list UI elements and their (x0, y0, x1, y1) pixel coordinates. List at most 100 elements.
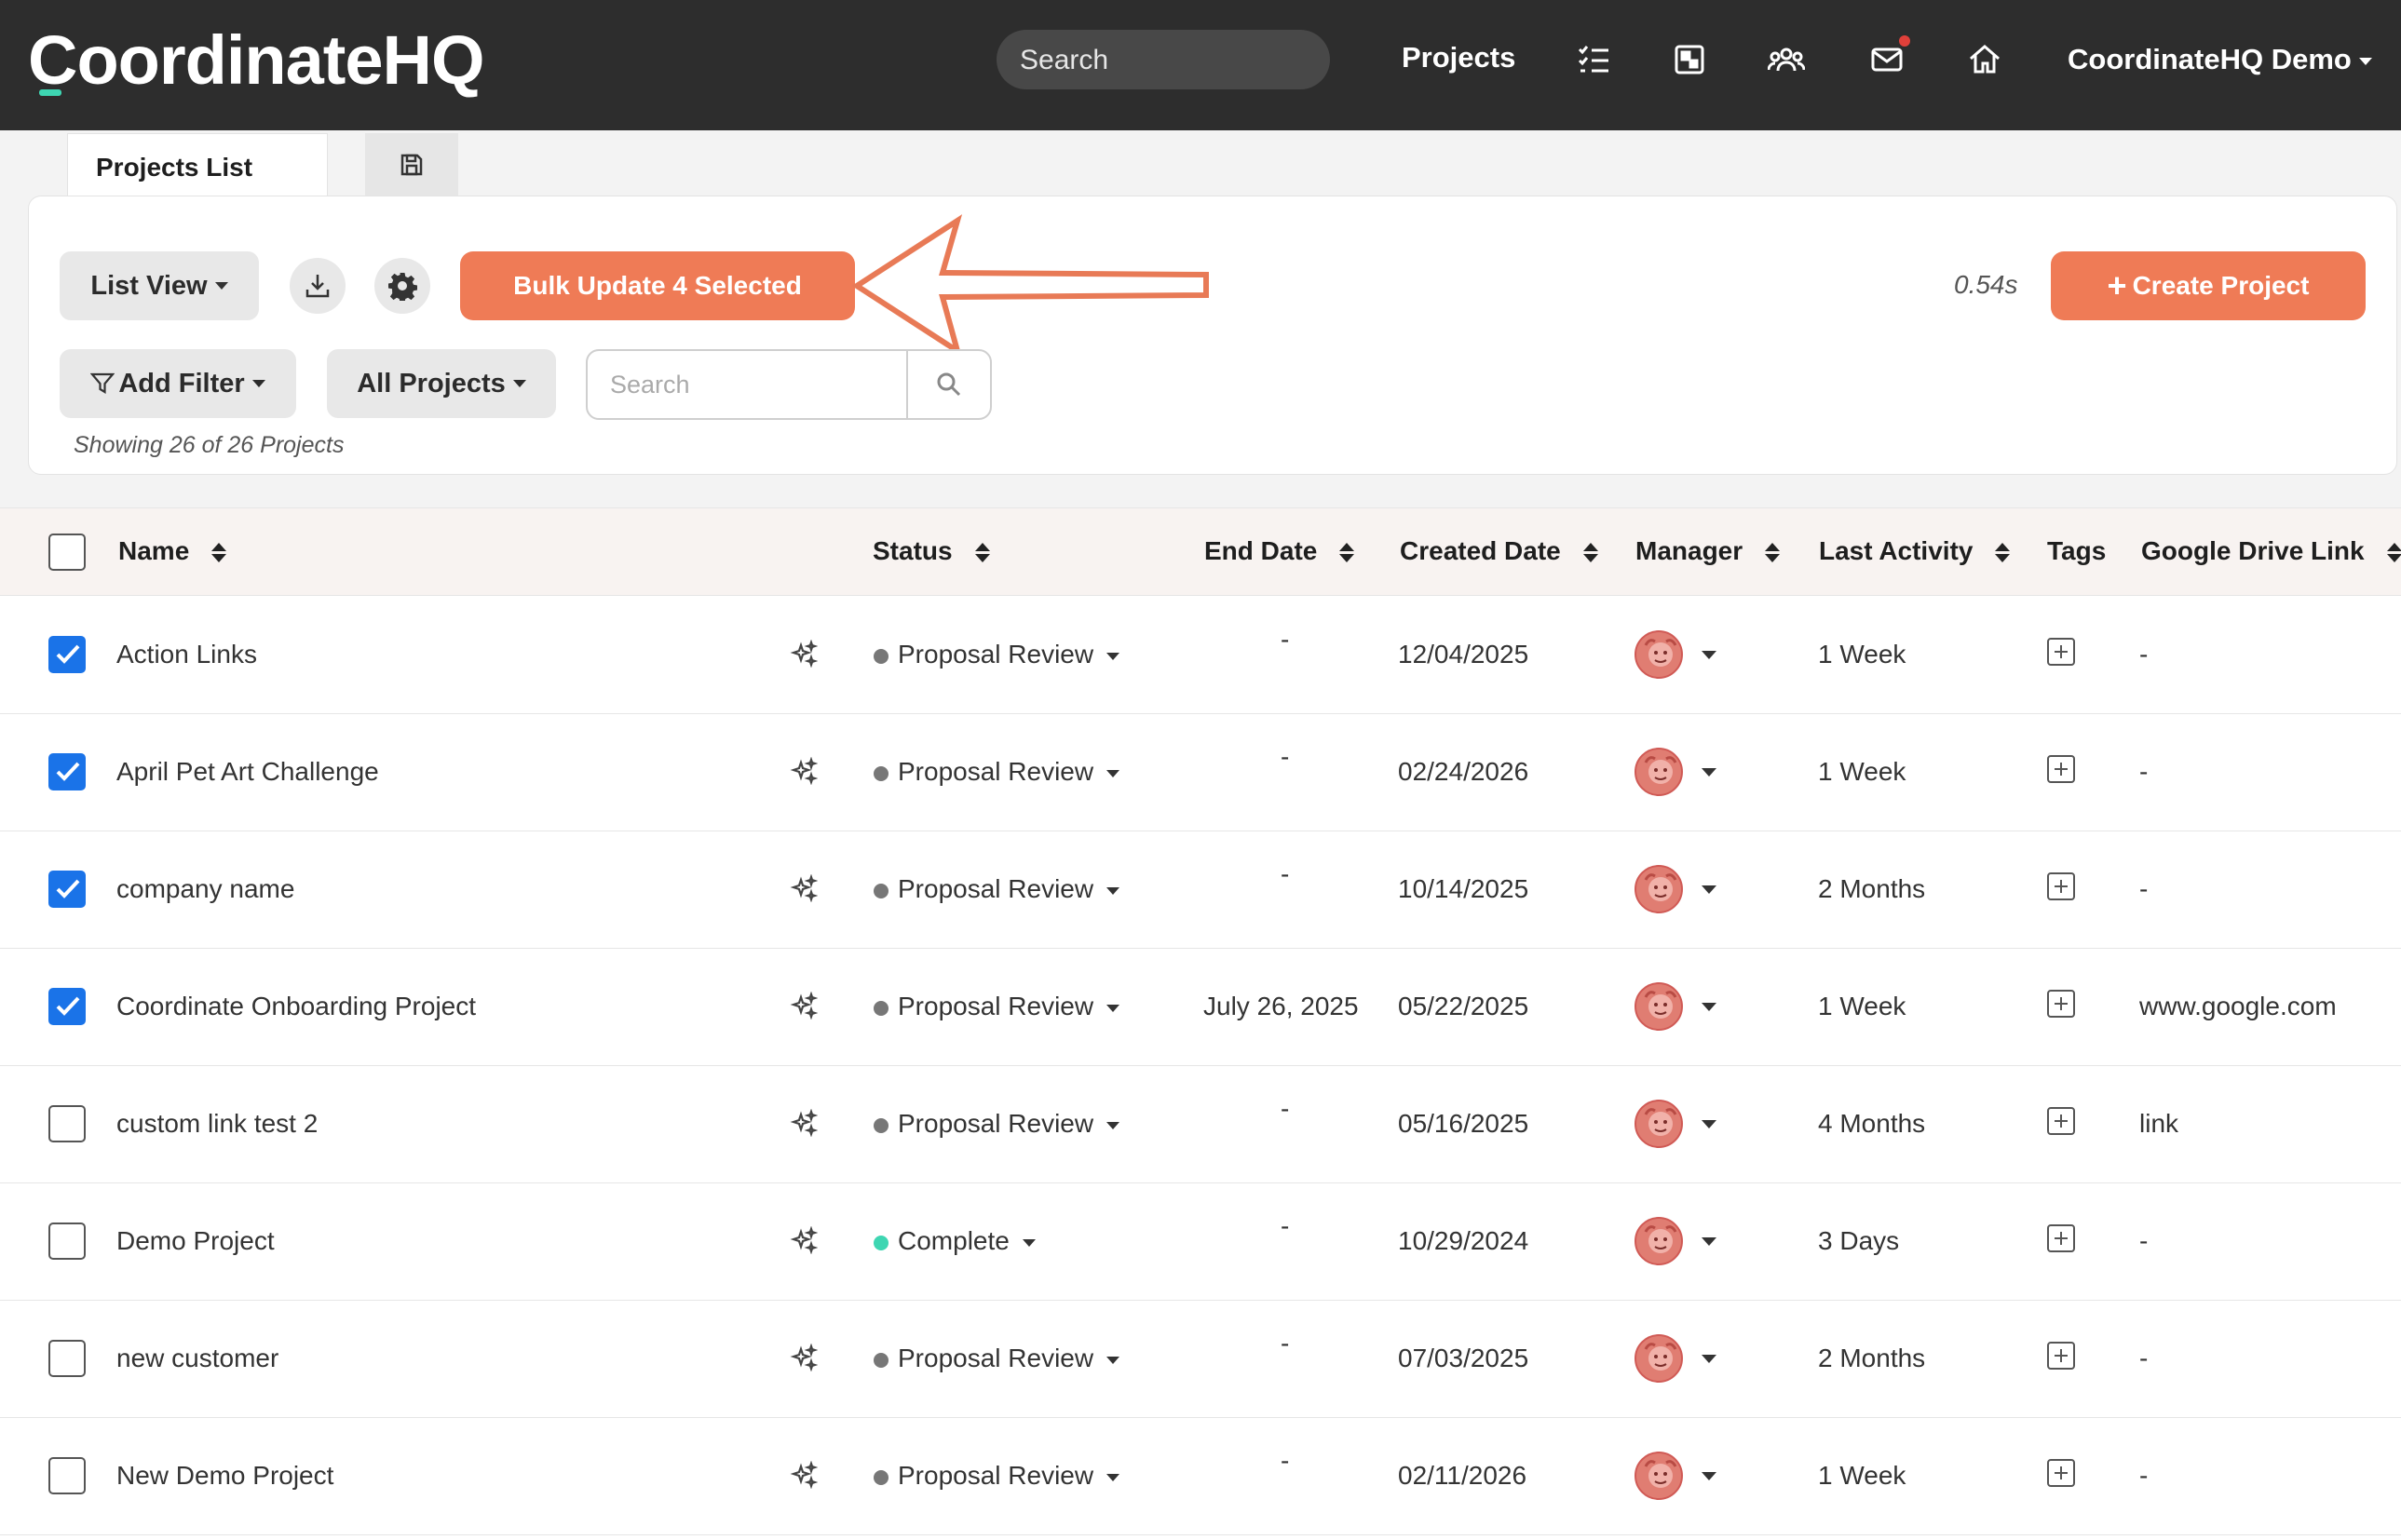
column-header-created-date[interactable]: Created Date (1400, 536, 1598, 566)
manager-dropdown-icon[interactable] (1702, 651, 1716, 659)
end-date: - (1281, 859, 1290, 888)
table-row[interactable]: Action Links Proposal Review - 12/04/2025 1 … (0, 597, 2401, 714)
row-select-checkbox[interactable] (48, 1340, 86, 1377)
add-tag-icon[interactable] (2047, 990, 2075, 1018)
sparkle-icon[interactable] (790, 1109, 818, 1137)
manager-avatar[interactable] (1635, 865, 1683, 913)
manager-avatar[interactable] (1635, 630, 1683, 679)
add-tag-icon[interactable] (2047, 1107, 2075, 1135)
manager-avatar[interactable] (1635, 982, 1683, 1031)
manager-dropdown-icon[interactable] (1702, 885, 1716, 894)
add-tag-icon[interactable] (2047, 755, 2075, 783)
row-select-checkbox[interactable] (48, 1105, 86, 1142)
user-menu[interactable]: CoordinateHQ Demo (2068, 43, 2372, 76)
add-tag-icon[interactable] (2047, 1224, 2075, 1252)
manager-dropdown-icon[interactable] (1702, 1355, 1716, 1363)
row-select-checkbox[interactable] (48, 636, 86, 673)
app-logo[interactable]: CoordinateHQ (28, 20, 485, 100)
manager-dropdown-icon[interactable] (1702, 1237, 1716, 1246)
project-name-link[interactable]: Coordinate Onboarding Project (116, 992, 476, 1021)
table-row[interactable]: New Demo Project Proposal Review - 02/11/20… (0, 1418, 2401, 1535)
add-filter-dropdown[interactable]: Add Filter (60, 349, 296, 418)
manager-dropdown-icon[interactable] (1702, 768, 1716, 777)
table-row[interactable]: new customer Proposal Review - 07/03/2025 2 … (0, 1301, 2401, 1418)
tab-projects-list[interactable]: Projects List (67, 133, 328, 196)
sparkle-icon[interactable] (790, 874, 818, 902)
manager-avatar[interactable] (1635, 1100, 1683, 1148)
project-name-link[interactable]: April Pet Art Challenge (116, 757, 379, 787)
manager-avatar[interactable] (1635, 1452, 1683, 1500)
manager-avatar[interactable] (1635, 1217, 1683, 1265)
status-dropdown[interactable]: Proposal Review (874, 1344, 1120, 1373)
manager-dropdown-icon[interactable] (1702, 1003, 1716, 1011)
add-tag-icon[interactable] (2047, 1342, 2075, 1370)
tab-saved-views[interactable] (365, 133, 458, 196)
project-name-link[interactable]: Action Links (116, 640, 257, 669)
select-all-checkbox[interactable] (48, 534, 86, 571)
created-date: 02/24/2026 (1398, 757, 1529, 786)
row-select-checkbox[interactable] (48, 988, 86, 1025)
add-tag-icon[interactable] (2047, 638, 2075, 666)
sparkle-icon[interactable] (790, 757, 818, 785)
table-row[interactable]: April Pet Art Challenge Proposal Review - 0… (0, 714, 2401, 831)
status-dropdown[interactable]: Complete (874, 1226, 1036, 1256)
project-name-link[interactable]: New Demo Project (116, 1461, 333, 1491)
table-row[interactable]: company name Proposal Review - 10/14/2025 2 … (0, 831, 2401, 949)
column-header-name[interactable]: Name (118, 536, 227, 566)
google-drive-link[interactable]: link (2139, 1109, 2178, 1139)
project-name-link[interactable]: Demo Project (116, 1226, 275, 1256)
export-button[interactable] (290, 258, 346, 314)
project-name-link[interactable]: custom link test 2 (116, 1109, 318, 1139)
list-view-dropdown[interactable]: List View (60, 251, 259, 320)
manager-dropdown-icon[interactable] (1702, 1472, 1716, 1480)
create-project-button[interactable]: + Create Project (2051, 251, 2366, 320)
table-row[interactable]: custom link test 2 Proposal Review - 05/16/… (0, 1066, 2401, 1183)
sparkle-icon[interactable] (790, 640, 818, 668)
global-search-input[interactable]: Search (997, 30, 1330, 89)
row-select-checkbox[interactable] (48, 871, 86, 908)
table-row[interactable]: Coordinate Onboarding Project Proposal Re… (0, 949, 2401, 1066)
load-time: 0.54s (1954, 270, 2018, 299)
status-dropdown[interactable]: Proposal Review (874, 757, 1120, 787)
manager-avatar[interactable] (1635, 748, 1683, 796)
add-tag-icon[interactable] (2047, 872, 2075, 900)
status-dropdown[interactable]: Proposal Review (874, 1109, 1120, 1139)
team-icon[interactable] (1767, 41, 1806, 78)
column-header-manager[interactable]: Manager (1635, 536, 1781, 566)
tasks-icon[interactable] (1576, 41, 1613, 78)
column-header-last-activity[interactable]: Last Activity (1819, 536, 2011, 566)
status-dropdown[interactable]: Proposal Review (874, 1461, 1120, 1491)
project-search-input[interactable] (588, 351, 908, 418)
sparkle-icon[interactable] (790, 1226, 818, 1254)
sparkle-icon[interactable] (790, 1344, 818, 1371)
project-name-link[interactable]: new customer (116, 1344, 278, 1373)
row-select-checkbox[interactable] (48, 1457, 86, 1494)
project-name-link[interactable]: company name (116, 874, 294, 904)
dashboard-icon[interactable] (1671, 41, 1708, 78)
nav-projects-link[interactable]: Projects (1402, 41, 1515, 74)
table-row[interactable]: Demo Project Complete - 10/29/2024 3 Days - (0, 1183, 2401, 1301)
header-label: Created Date (1400, 536, 1561, 565)
status-dropdown[interactable]: Proposal Review (874, 992, 1120, 1021)
settings-button[interactable] (374, 258, 430, 314)
save-icon (400, 154, 423, 176)
sparkle-icon[interactable] (790, 992, 818, 1020)
column-header-google-drive-link[interactable]: Google Drive Link (2141, 536, 2401, 566)
column-header-end-date[interactable]: End Date (1204, 536, 1355, 566)
sparkle-icon[interactable] (790, 1461, 818, 1489)
manager-avatar[interactable] (1635, 1334, 1683, 1383)
google-drive-link[interactable]: www.google.com (2139, 992, 2337, 1021)
column-header-status[interactable]: Status (873, 536, 990, 566)
home-icon[interactable] (1966, 41, 2003, 78)
status-dropdown[interactable]: Proposal Review (874, 874, 1120, 904)
status-dropdown[interactable]: Proposal Review (874, 640, 1120, 669)
end-date: - (1281, 742, 1290, 771)
row-select-checkbox[interactable] (48, 1223, 86, 1260)
bulk-update-button[interactable]: Bulk Update 4 Selected (460, 251, 855, 320)
row-select-checkbox[interactable] (48, 753, 86, 790)
add-tag-icon[interactable] (2047, 1459, 2075, 1487)
manager-dropdown-icon[interactable] (1702, 1120, 1716, 1128)
header-label: Last Activity (1819, 536, 1974, 565)
project-scope-dropdown[interactable]: All Projects (327, 349, 556, 418)
search-button[interactable] (906, 351, 990, 418)
